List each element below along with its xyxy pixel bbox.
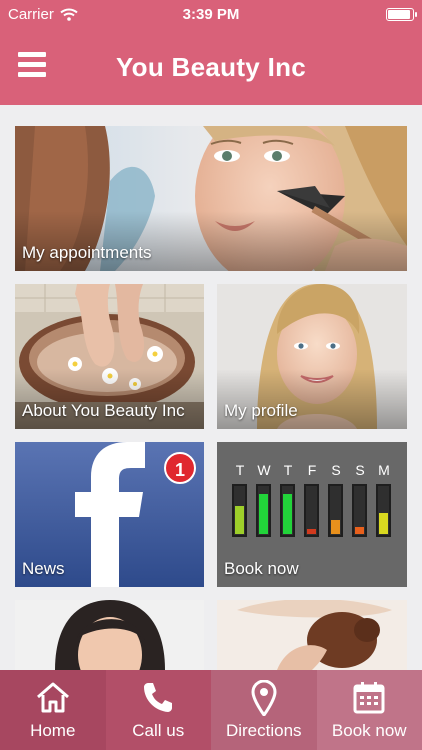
- home-grid: My appointments About You Beauty Inc My …: [0, 105, 422, 670]
- tab-label: Book now: [331, 721, 407, 740]
- availability-bar: [232, 484, 247, 537]
- tile-label: Book now: [224, 559, 299, 578]
- calendar-icon: [353, 682, 385, 714]
- massage-photo: [217, 600, 407, 670]
- home-icon: [36, 682, 69, 713]
- availability-level: [307, 529, 316, 534]
- tile-my-profile[interactable]: My profile: [217, 284, 407, 429]
- tile-news[interactable]: 1 News: [15, 442, 204, 587]
- tab-book-now[interactable]: Book now: [316, 670, 422, 750]
- tile-about[interactable]: About You Beauty Inc: [15, 284, 204, 429]
- availability-level: [283, 494, 292, 534]
- availability-bar: [256, 484, 271, 537]
- tab-call-us[interactable]: Call us: [105, 670, 211, 750]
- battery-icon: [386, 8, 417, 21]
- availability-level: [355, 527, 364, 534]
- tab-bar: Home Call us Directions Book now: [0, 670, 422, 750]
- tile-label: My profile: [224, 401, 298, 420]
- day-label: S: [355, 462, 365, 478]
- availability-bar: [280, 484, 295, 537]
- asian-woman-photo: [15, 600, 204, 670]
- tile-book-now[interactable]: TWTFSSM Book now: [217, 442, 407, 587]
- availability-level: [235, 506, 244, 534]
- tile-partial-left[interactable]: [15, 600, 204, 670]
- tile-partial-right[interactable]: [217, 600, 407, 670]
- tile-label: About You Beauty Inc: [22, 401, 185, 420]
- tab-label: Call us: [132, 721, 185, 740]
- availability-bar: [376, 484, 391, 537]
- map-pin-icon: [251, 680, 277, 716]
- tile-my-appointments[interactable]: My appointments: [15, 126, 407, 271]
- phone-icon: [144, 683, 173, 712]
- status-time: 3:39 PM: [182, 6, 240, 23]
- tab-home[interactable]: Home: [0, 670, 106, 750]
- weekly-availability: TWTFSSM: [217, 442, 407, 552]
- tile-label: My appointments: [22, 243, 152, 262]
- tab-directions[interactable]: Directions: [211, 670, 317, 750]
- availability-bar: [352, 484, 367, 537]
- status-bar: Carrier 3:39 PM: [0, 0, 422, 30]
- notification-badge: 1: [164, 452, 196, 484]
- availability-level: [331, 520, 340, 534]
- day-label: S: [331, 462, 341, 478]
- availability-bar: [328, 484, 343, 537]
- availability-level: [259, 494, 268, 534]
- day-label: W: [257, 462, 271, 478]
- day-label: M: [378, 462, 390, 478]
- day-label: F: [307, 462, 317, 478]
- availability-level: [379, 513, 388, 534]
- page-title: You Beauty Inc: [115, 52, 307, 82]
- day-label: T: [235, 462, 245, 478]
- tab-label: Directions: [225, 721, 302, 740]
- tab-label: Home: [30, 721, 76, 740]
- nav-bar: You Beauty Inc: [0, 30, 422, 105]
- day-label: T: [283, 462, 293, 478]
- tile-label: News: [22, 559, 65, 578]
- availability-bar: [304, 484, 319, 537]
